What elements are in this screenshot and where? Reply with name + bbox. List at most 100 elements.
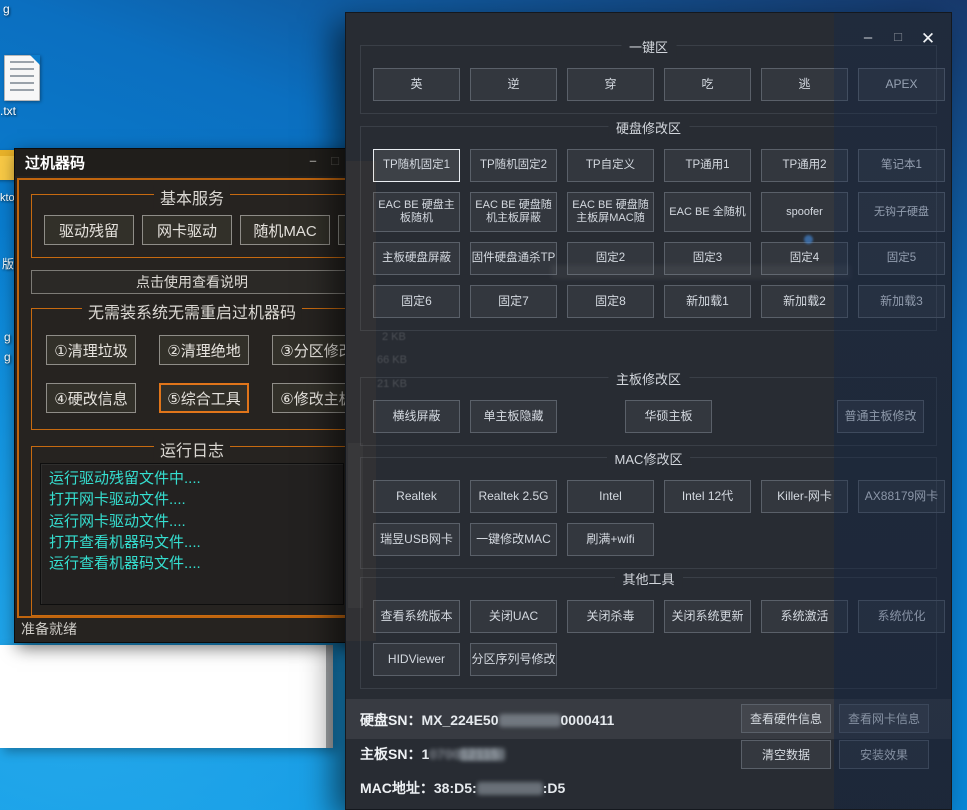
disk-tool-button[interactable]: 笔记本1 [858,149,945,182]
other-tool-button[interactable]: 查看系统版本 [373,600,460,633]
basic-service-button[interactable]: 驱动残留 [44,215,134,245]
one-key-button[interactable]: 吃 [664,68,751,101]
text-file-label[interactable]: .txt [0,104,16,118]
mac-tool-button[interactable]: AX88179网卡 [858,480,945,513]
disk-tool-button[interactable]: 固定3 [664,242,751,275]
disk-tool-button[interactable]: EAC BE 全随机 [664,192,751,232]
disk-tool-button[interactable]: 固定8 [567,285,654,318]
disk-tool-button[interactable]: 固定7 [470,285,557,318]
mainboard-tool-button[interactable]: 普通主板修改 [837,400,924,433]
mac-tool-button[interactable]: Intel 12代 [664,480,751,513]
disk-tool-button[interactable]: EAC BE 硬盘主板随机 [373,192,460,232]
disk-tool-button[interactable]: TP通用1 [664,149,751,182]
step-button[interactable]: ②清理绝地 [159,335,249,365]
mac-tool-button[interactable]: Intel [567,480,654,513]
step-button[interactable]: ⑤综合工具 [159,383,249,413]
step-button[interactable]: ①清理垃圾 [46,335,136,365]
text-file-icon[interactable] [4,55,40,101]
usage-help-button[interactable]: 点击使用查看说明 [31,270,353,294]
section-title: 其他工具 [614,569,682,588]
disk-tool-button[interactable]: 无钩子硬盘 [858,192,945,232]
disk-tool-button[interactable]: 固定6 [373,285,460,318]
background-explorer-window[interactable] [0,645,333,748]
board-sn-line: 主板SN：1070012115 [360,744,505,764]
redacted-segment [499,714,561,727]
one-key-button[interactable]: 英 [373,68,460,101]
section-title: MAC修改区 [607,449,691,468]
left-window-title: 过机器码 [25,152,85,173]
mac-tool-button[interactable]: 瑞昱USB网卡 [373,523,460,556]
other-tool-button[interactable]: 系统优化 [858,600,945,633]
button-row: 横线屏蔽单主板隐藏 华硕主板 普通主板修改 [373,400,924,433]
one-key-button[interactable]: 穿 [567,68,654,101]
mac-tool-button[interactable]: Realtek [373,480,460,513]
mac-tool-button[interactable]: 一键修改MAC [470,523,557,556]
desktop-icon-label[interactable]: g [4,330,11,344]
disk-tool-button[interactable]: 新加载2 [761,285,848,318]
install-effect-button[interactable]: 安装效果 [839,740,929,769]
other-tool-button[interactable]: HIDViewer [373,643,460,676]
disk-tool-button[interactable]: 固定5 [858,242,945,275]
clear-data-button[interactable]: 清空数据 [741,740,831,769]
maximize-button[interactable]: □ [325,153,345,168]
one-key-button[interactable]: 逃 [761,68,848,101]
log-line: 运行网卡驱动文件.... [49,511,335,532]
view-hardware-info-button[interactable]: 查看硬件信息 [741,704,831,733]
other-tool-button[interactable]: 关闭杀毒 [567,600,654,633]
step-button[interactable]: ④硬改信息 [46,383,136,413]
mainboard-tool-button[interactable]: 单主板隐藏 [470,400,557,433]
disk-tool-button[interactable]: 新加载1 [664,285,751,318]
mac-tool-button[interactable]: Killer-网卡 [761,480,848,513]
minimize-button[interactable]: – [857,29,879,46]
redacted-segment [459,748,505,761]
close-button[interactable]: ✕ [917,29,939,49]
disk-tool-button[interactable]: 固件硬盘通杀TP [470,242,557,275]
disk-tool-button[interactable]: EAC BE 硬盘随主板屏MAC随 [567,192,654,232]
disk-tool-button[interactable]: TP随机固定2 [470,149,557,182]
group-title: 运行日志 [154,437,230,461]
mac-address-line: MAC地址：38:D5::D5 [360,778,565,798]
other-tool-button[interactable]: 分区序列号修改 [470,643,557,676]
section-other-tools: 其他工具 查看系统版本关闭UAC关闭杀毒关闭系统更新系统激活系统优化HIDVie… [360,577,937,689]
left-window-body: 基本服务 驱动残留网卡驱动随机MAC查看机器码 点击使用查看说明 无需装系统无需… [17,178,367,618]
log-line: 打开查看机器码文件.... [49,532,335,553]
disk-tool-button[interactable]: 主板硬盘屏蔽 [373,242,460,275]
one-key-button[interactable]: APEX [858,68,945,101]
desktop-icon-label[interactable]: g [3,2,10,16]
other-tool-button[interactable]: 关闭系统更新 [664,600,751,633]
maximize-button[interactable]: □ [887,29,909,44]
desktop-icon-label[interactable]: g [4,350,11,364]
button-row: EAC BE 硬盘主板随机EAC BE 硬盘随机主板屏蔽EAC BE 硬盘随主板… [373,192,924,232]
mac-address-value-tail: :D5 [543,780,566,796]
desktop-icon-label[interactable]: 版 [2,255,14,272]
basic-service-button[interactable]: 随机MAC [240,215,330,245]
button-row: 查看系统版本关闭UAC关闭杀毒关闭系统更新系统激活系统优化 [373,600,924,633]
disk-tool-button[interactable]: TP自定义 [567,149,654,182]
status-bar: 准备就绪 [21,619,77,639]
disk-tool-button[interactable]: 固定2 [567,242,654,275]
section-mac-modify: MAC修改区 RealtekRealtek 2.5GIntelIntel 12代… [360,457,937,569]
other-tool-button[interactable]: 关闭UAC [470,600,557,633]
folder-label[interactable]: kto [0,192,15,204]
minimize-button[interactable]: – [303,153,323,168]
disk-tool-button[interactable]: 新加载3 [858,285,945,318]
mainboard-tool-button[interactable]: 横线屏蔽 [373,400,460,433]
disk-tool-button[interactable]: 固定4 [761,242,848,275]
view-nic-info-button[interactable]: 查看网卡信息 [839,704,929,733]
disk-tool-button[interactable]: spoofer [761,192,848,232]
disk-tool-button[interactable]: TP通用2 [761,149,848,182]
left-window-titlebar[interactable]: 过机器码 – □ ✕ [15,149,369,176]
mac-tool-button[interactable]: Realtek 2.5G [470,480,557,513]
log-line: 运行查看机器码文件.... [49,553,335,574]
button-row: Realtek Realtek 2.5G Intel Intel 12代 Killer-… [373,480,924,513]
disk-tool-button[interactable]: TP随机固定1 [373,149,460,182]
group-no-reinstall: 无需装系统无需重启过机器码 ①清理垃圾②清理绝地③分区修改④硬改信息⑤综合工具⑥… [31,308,353,430]
log-output[interactable]: 运行驱动残留文件中....打开网卡驱动文件....运行网卡驱动文件....打开查… [40,463,344,605]
other-tool-button[interactable]: 系统激活 [761,600,848,633]
basic-service-button[interactable]: 网卡驱动 [142,215,232,245]
section-title: 主板修改区 [608,369,689,388]
mac-tool-button[interactable]: 刷满+wifi [567,523,654,556]
one-key-button[interactable]: 逆 [470,68,557,101]
mainboard-tool-button[interactable]: 华硕主板 [625,400,712,433]
disk-tool-button[interactable]: EAC BE 硬盘随机主板屏蔽 [470,192,557,232]
